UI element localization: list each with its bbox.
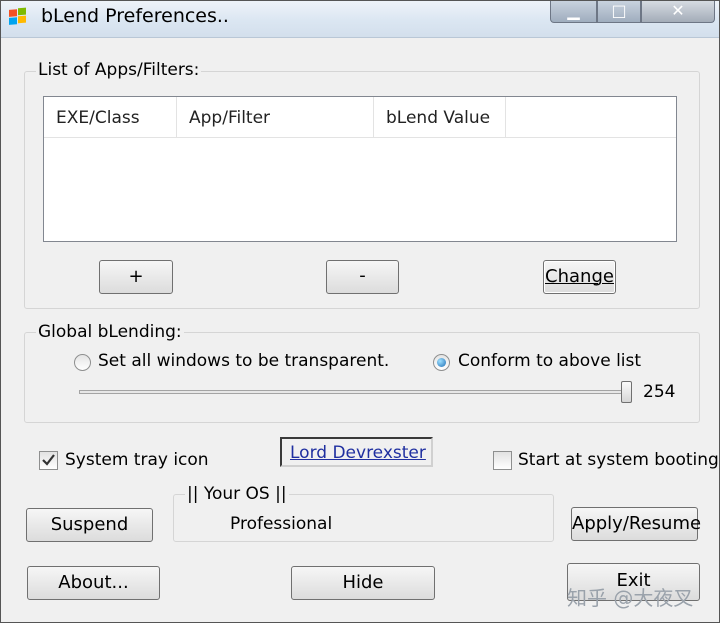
blend-slider-thumb[interactable] (620, 381, 632, 403)
author-link-box: Lord Devrexster (280, 437, 433, 467)
change-button[interactable]: Change (543, 260, 616, 294)
blend-slider-value: 254 (643, 382, 676, 402)
add-button[interactable]: + (99, 260, 173, 294)
column-header-exe-class[interactable]: EXE/Class (44, 97, 177, 137)
apps-filters-list[interactable]: EXE/Class App/Filter bLend Value (43, 96, 677, 242)
preferences-window: bLend Preferences.. ▁ □ ✕ List of Apps/F… (0, 0, 720, 623)
column-header-blend-value[interactable]: bLend Value (374, 97, 506, 137)
os-group-label: || Your OS || (185, 484, 289, 504)
radio-selected-dot (437, 358, 446, 367)
hide-button[interactable]: Hide (291, 566, 435, 600)
column-header-app-filter[interactable]: App/Filter (177, 97, 374, 137)
global-blending-group-label: Global bLending: (36, 322, 184, 342)
apps-filters-group-label: List of Apps/Filters: (36, 60, 202, 80)
tray-icon-checkbox[interactable] (39, 451, 58, 470)
radio-all-transparent[interactable] (74, 354, 91, 371)
windows-logo-icon (9, 7, 26, 25)
about-button[interactable]: About... (27, 566, 160, 600)
tray-icon-label[interactable]: System tray icon (65, 450, 209, 470)
list-header: EXE/Class App/Filter bLend Value (44, 97, 676, 138)
window-title: bLend Preferences.. (41, 5, 229, 27)
blend-slider-track[interactable] (79, 390, 631, 394)
os-value: Professional (230, 514, 333, 534)
radio-conform-list-label[interactable]: Conform to above list (458, 351, 641, 371)
remove-button[interactable]: - (326, 260, 399, 294)
start-at-boot-checkbox[interactable] (493, 451, 512, 470)
maximize-button[interactable]: □ (597, 1, 641, 23)
start-at-boot-label[interactable]: Start at system booting. (518, 450, 719, 470)
watermark-text: 知乎 @大夜叉 (567, 586, 694, 610)
author-link[interactable]: Lord Devrexster (290, 443, 426, 463)
radio-all-transparent-label[interactable]: Set all windows to be transparent. (98, 351, 389, 371)
suspend-button[interactable]: Suspend (26, 508, 153, 542)
checkmark-icon (42, 454, 55, 466)
global-blending-group (24, 332, 700, 423)
close-button[interactable]: ✕ (641, 1, 715, 23)
minimize-button[interactable]: ▁ (550, 1, 597, 23)
title-bar[interactable]: bLend Preferences.. ▁ □ ✕ (1, 1, 719, 38)
radio-conform-list[interactable] (433, 354, 450, 371)
apply-resume-button[interactable]: Apply/Resume (571, 507, 701, 541)
